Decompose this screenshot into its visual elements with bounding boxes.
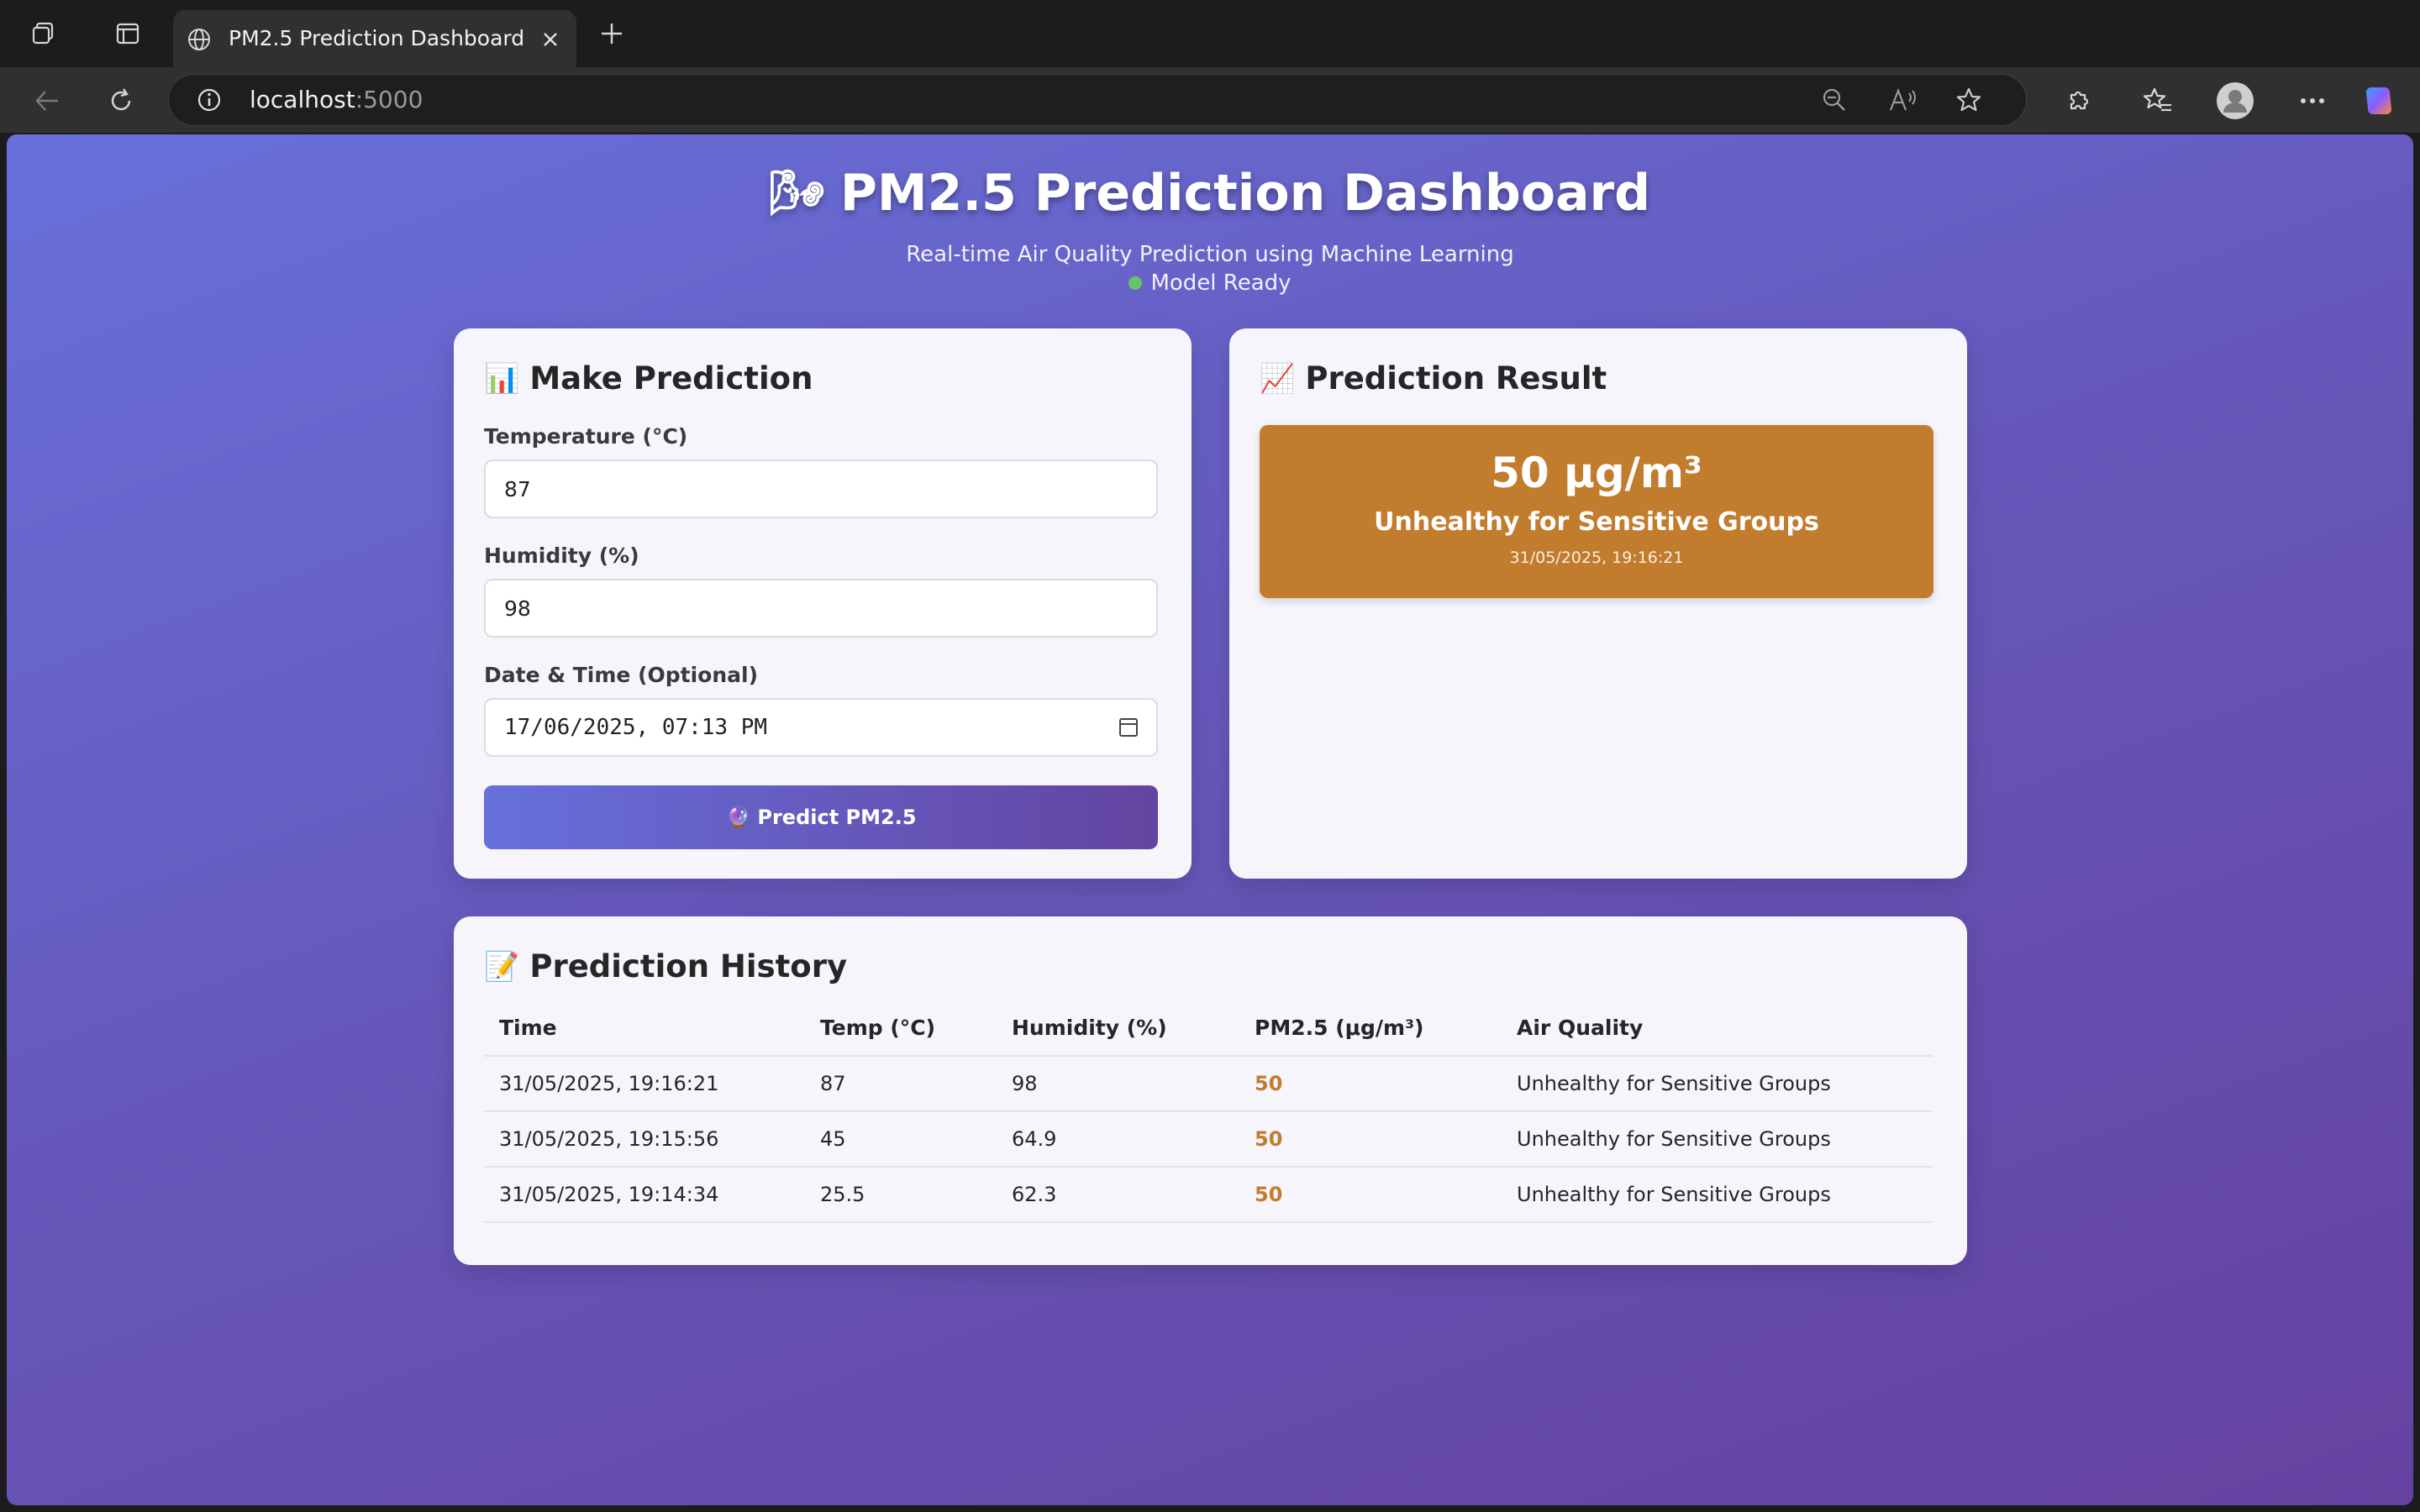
datetime-label: Date & Time (Optional) [484, 663, 759, 687]
page-title-text: PM2.5 Prediction Dashboard [839, 164, 1651, 223]
result-display: 50 μg/m³ Unhealthy for Sensitive Groups … [1260, 425, 1933, 598]
prediction-history-title-text: Prediction History [529, 948, 848, 984]
page-subtitle: Real-time Air Quality Prediction using M… [906, 242, 1514, 267]
page-viewport: 🌬 PM2.5 Prediction Dashboard Real-time A… [7, 134, 2413, 1505]
reload-icon[interactable] [103, 82, 139, 119]
page-title: 🌬 PM2.5 Prediction Dashboard [770, 160, 1650, 227]
table-row: 31/05/2025, 19:14:34 25.5 62.3 50 Unheal… [484, 1167, 1933, 1223]
history-table: Time Temp (°C) Humidity (%) PM2.5 (μg/m³… [484, 1000, 1933, 1223]
prediction-form-title-text: Make Prediction [529, 360, 813, 396]
browser-tab-bar: PM2.5 Prediction Dashboard [0, 0, 2420, 67]
new-tab-icon[interactable] [595, 17, 629, 50]
address-bar[interactable]: localhost:5000 [168, 74, 2027, 126]
address-bar-row: localhost:5000 [0, 67, 2420, 133]
cell-humidity: 62.3 [997, 1167, 1239, 1223]
wind-icon: 🌬 [769, 168, 825, 218]
model-status: Model Ready [1128, 270, 1292, 296]
cell-air-quality: Unhealthy for Sensitive Groups [1502, 1111, 1933, 1168]
column-header: PM2.5 (μg/m³) [1239, 1000, 1502, 1057]
cell-time: 31/05/2025, 19:16:21 [484, 1056, 805, 1112]
zoom-out-icon[interactable] [1819, 85, 1849, 115]
table-row: 31/05/2025, 19:15:56 45 64.9 50 Unhealth… [484, 1111, 1933, 1168]
bar-chart-icon: 📊 [484, 361, 520, 396]
cell-humidity: 98 [997, 1056, 1239, 1112]
prediction-history-title: 📝 Prediction History [484, 948, 847, 984]
table-row: 31/05/2025, 19:16:21 87 98 50 Unhealthy … [484, 1056, 1933, 1112]
url-host: localhost [250, 86, 355, 113]
cell-pm25: 50 [1239, 1111, 1502, 1168]
datetime-value: 17/06/2025, 07:13 PM [504, 715, 768, 740]
cell-air-quality: Unhealthy for Sensitive Groups [1502, 1056, 1933, 1112]
extensions-icon[interactable] [2060, 82, 2097, 119]
cell-pm25: 50 [1239, 1167, 1502, 1223]
cell-pm25: 50 [1239, 1056, 1502, 1112]
predict-button[interactable]: 🔮 Predict PM2.5 [484, 785, 1158, 849]
prediction-history-card: 📝 Prediction History Time Temp (°C) Humi… [454, 916, 1967, 1265]
cell-temp: 25.5 [805, 1167, 997, 1223]
memo-icon: 📝 [484, 949, 520, 984]
temperature-label: Temperature (°C) [484, 424, 688, 449]
workspaces-icon[interactable] [25, 17, 62, 50]
humidity-input[interactable] [484, 579, 1158, 638]
prediction-result-title: 📈 Prediction Result [1260, 360, 1607, 396]
url-text[interactable]: localhost:5000 [250, 75, 423, 125]
cell-time: 31/05/2025, 19:15:56 [484, 1111, 805, 1168]
result-timestamp: 31/05/2025, 19:16:21 [1509, 549, 1684, 567]
read-aloud-icon[interactable] [1886, 85, 1920, 115]
prediction-form-title: 📊 Make Prediction [484, 360, 813, 396]
tab-title: PM2.5 Prediction Dashboard [229, 26, 525, 50]
cell-temp: 87 [805, 1056, 997, 1112]
profile-avatar-icon[interactable] [2215, 81, 2255, 121]
column-header: Temp (°C) [805, 1000, 997, 1057]
url-port: :5000 [355, 86, 424, 113]
cell-humidity: 64.9 [997, 1111, 1239, 1168]
page-header: 🌬 PM2.5 Prediction Dashboard Real-time A… [7, 160, 2413, 296]
copilot-icon[interactable] [2361, 81, 2402, 121]
prediction-result-title-text: Prediction Result [1305, 360, 1607, 396]
active-tab[interactable]: PM2.5 Prediction Dashboard [173, 10, 576, 67]
cell-time: 31/05/2025, 19:14:34 [484, 1167, 805, 1223]
history-header-row: Time Temp (°C) Humidity (%) PM2.5 (μg/m³… [484, 1000, 1933, 1057]
air-quality-category: Unhealthy for Sensitive Groups [1374, 507, 1819, 537]
tab-actions-icon[interactable] [109, 17, 146, 50]
pm25-value: 50 μg/m³ [1491, 449, 1702, 497]
back-icon[interactable] [29, 82, 66, 119]
temperature-input[interactable] [484, 459, 1158, 518]
trend-chart-icon: 📈 [1260, 361, 1296, 396]
status-dot-icon [1128, 276, 1143, 290]
more-menu-icon[interactable] [2294, 82, 2331, 119]
favorites-icon[interactable] [2139, 82, 2176, 119]
favorite-star-icon[interactable] [1954, 85, 1984, 115]
cell-air-quality: Unhealthy for Sensitive Groups [1502, 1167, 1933, 1223]
predict-button-label: Predict PM2.5 [757, 806, 917, 829]
prediction-result-card: 📈 Prediction Result 50 μg/m³ Unhealthy f… [1229, 328, 1967, 879]
column-header: Air Quality [1502, 1000, 1933, 1057]
humidity-label: Humidity (%) [484, 543, 639, 568]
prediction-form-card: 📊 Make Prediction Temperature (°C) Humid… [454, 328, 1192, 879]
globe-icon [185, 25, 213, 54]
close-tab-icon[interactable] [536, 25, 565, 54]
calendar-icon[interactable] [1119, 718, 1138, 737]
crystal-ball-icon: 🔮 [725, 806, 751, 829]
cell-temp: 45 [805, 1111, 997, 1168]
datetime-input[interactable]: 17/06/2025, 07:13 PM [484, 698, 1158, 757]
model-status-text: Model Ready [1150, 270, 1292, 296]
column-header: Time [484, 1000, 805, 1057]
site-info-icon[interactable] [194, 85, 224, 115]
column-header: Humidity (%) [997, 1000, 1239, 1057]
